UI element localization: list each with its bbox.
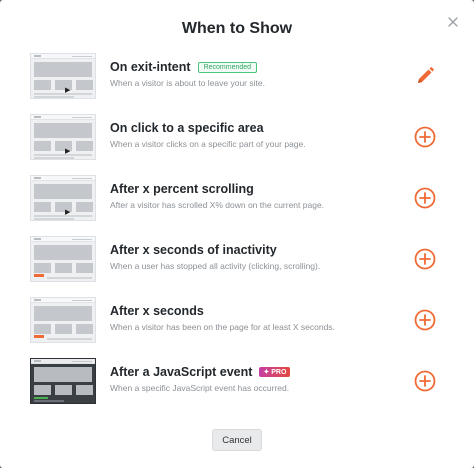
option-percent-scrolling[interactable]: ▶ After x percent scrolling After a visi…	[30, 175, 438, 225]
recommended-badge: Recommended	[197, 62, 258, 73]
pencil-icon[interactable]	[414, 65, 436, 87]
option-after-seconds[interactable]: After x seconds When a visitor has been …	[30, 297, 438, 347]
add-option-plus-icon[interactable]	[414, 187, 436, 209]
option-title: On exit-intent Recommended	[110, 60, 258, 74]
click-area-preview-image: ▶	[30, 114, 96, 160]
option-description: When a visitor has been on the page for …	[110, 322, 335, 332]
close-icon[interactable]	[445, 14, 461, 30]
option-exit-intent[interactable]: ▶ On exit-intent Recommended When a visit…	[30, 53, 438, 103]
add-option-plus-icon[interactable]	[414, 309, 436, 331]
after-seconds-preview-image	[30, 297, 96, 343]
option-title: On click to a specific area	[110, 121, 264, 135]
option-description: When a visitor clicks on a specific part…	[110, 139, 306, 149]
option-javascript-event[interactable]: After a JavaScript event ✦ PRO When a spe…	[30, 358, 438, 408]
add-option-plus-icon[interactable]	[414, 370, 436, 392]
add-option-plus-icon[interactable]	[414, 248, 436, 270]
option-title: After x seconds of inactivity	[110, 243, 277, 257]
inactivity-preview-image	[30, 236, 96, 282]
option-click-area[interactable]: ▶ On click to a specific area When a vis…	[30, 114, 438, 164]
option-description: When a specific JavaScript event has occ…	[110, 383, 290, 393]
add-option-plus-icon[interactable]	[414, 126, 436, 148]
pro-badge: ✦ PRO	[259, 367, 291, 377]
option-description: After a visitor has scrolled X% down on …	[110, 200, 325, 210]
javascript-event-preview-image	[30, 358, 96, 404]
magic-wand-icon: ✦	[263, 369, 270, 376]
option-title: After x seconds	[110, 304, 204, 318]
exit-intent-preview-image: ▶	[30, 53, 96, 99]
when-to-show-modal: When to Show ▶ On exit-intent Recommended…	[0, 0, 474, 468]
option-description: When a visitor is about to leave your si…	[110, 78, 265, 88]
option-title: After a JavaScript event ✦ PRO	[110, 365, 291, 379]
option-title: After x percent scrolling	[110, 182, 254, 196]
modal-title: When to Show	[181, 20, 293, 37]
option-seconds-inactivity[interactable]: After x seconds of inactivity When a use…	[30, 236, 438, 286]
cancel-button[interactable]: Cancel	[212, 429, 262, 451]
option-description: When a user has stopped all activity (cl…	[110, 261, 321, 271]
scrolling-preview-image: ▶	[30, 175, 96, 221]
